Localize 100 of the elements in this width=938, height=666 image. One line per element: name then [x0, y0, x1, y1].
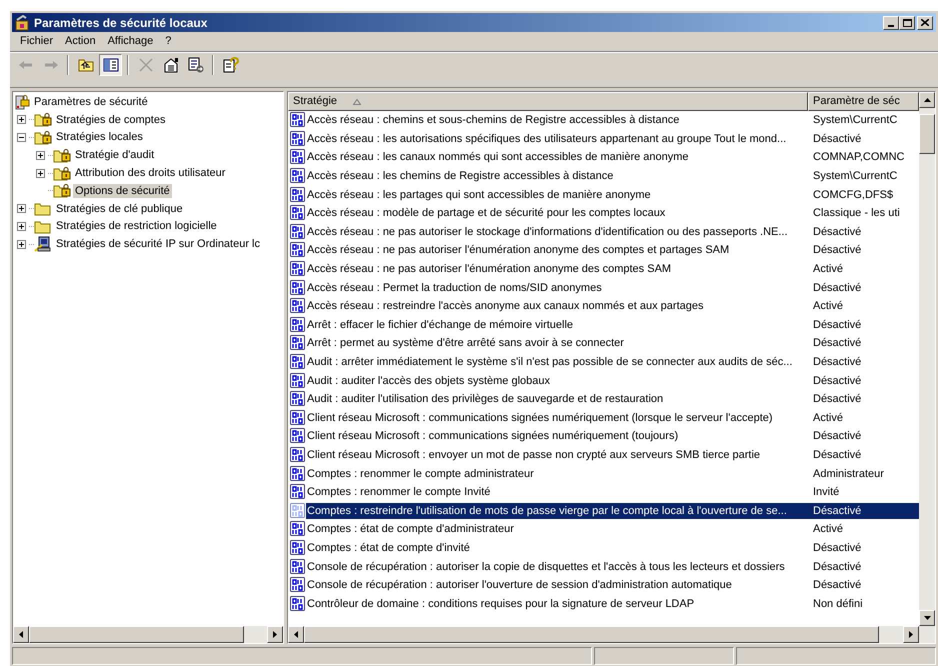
- toolbox-icon: [14, 14, 30, 30]
- policy-icon: [290, 186, 306, 203]
- setting-value: Désactivé: [812, 224, 862, 240]
- back-arrow-icon: [18, 60, 32, 70]
- scrollbar-thumb[interactable]: [919, 114, 935, 154]
- tree-item[interactable]: Stratégies de clé publique: [54, 202, 185, 216]
- folder-icon: [34, 218, 52, 234]
- menu-item[interactable]: ?: [159, 32, 178, 50]
- setting-value: Désactivé: [812, 374, 862, 389]
- close-button[interactable]: [917, 16, 933, 30]
- setting-value: System\CurrentC: [812, 169, 898, 184]
- policy-icon: [290, 521, 306, 538]
- tree-item[interactable]: Stratégies de sécurité IP sur Ordinateur lc: [54, 237, 262, 252]
- policy-name[interactable]: Accès réseau : les partages qui sont accessibles de manière anonyme: [306, 186, 808, 203]
- policy-icon: [290, 316, 306, 333]
- window-title: Paramètres de sécurité locaux: [34, 14, 208, 32]
- policy-icon: [290, 428, 306, 444]
- locked-folder-icon: [53, 166, 71, 181]
- policy-name[interactable]: Console de récupération : autoriser l'ouverture de session d'administration automatique: [306, 577, 808, 594]
- policy-name[interactable]: Accès réseau : Permet la traduction de noms/SID anonymes: [306, 280, 808, 296]
- policy-icon: [290, 112, 306, 128]
- tree-item[interactable]: Stratégies de restriction logicielle: [54, 219, 219, 234]
- setting-value: Activé: [812, 410, 844, 426]
- minimize-button[interactable]: [883, 16, 899, 30]
- column-header[interactable]: Paramètre de séc: [808, 92, 919, 111]
- sort-ascending-icon: [353, 98, 362, 104]
- expand-icon[interactable]: [17, 240, 26, 249]
- setting-value: Classique - les uti: [812, 206, 901, 222]
- policy-name[interactable]: Arrêt : effacer le fichier d'échange de mémoire virtuelle: [306, 316, 808, 333]
- tree-item[interactable]: Stratégies de comptes: [54, 112, 168, 127]
- tree-item[interactable]: Stratégies locales: [54, 130, 145, 144]
- policy-name[interactable]: Client réseau Microsoft : envoyer un mot de passe non crypté aux serveurs SMB tierce partie: [306, 446, 808, 463]
- policy-name[interactable]: Arrêt : permet au système d'être arrêté sans avoir à se connecter: [306, 335, 808, 352]
- expand-icon[interactable]: [17, 204, 26, 214]
- policy-icon: [290, 224, 306, 240]
- setting-value: Non défini: [812, 596, 864, 612]
- policy-icon: [290, 446, 306, 463]
- folder-up-icon: [78, 58, 94, 72]
- expand-icon[interactable]: [17, 222, 26, 231]
- policy-name[interactable]: Comptes : renommer le compte administrateur: [306, 466, 808, 482]
- horizontal-scrollbar[interactable]: [13, 626, 283, 643]
- policy-name[interactable]: Comptes : restreindre l'utilisation de mots de passe vierge par le compte local à l'ouverture de se...: [306, 502, 808, 519]
- menu-item[interactable]: Fichier: [14, 32, 60, 50]
- policy-name[interactable]: Client réseau Microsoft : communications signées numériquement (toujours): [306, 428, 808, 444]
- down-arrow-icon: [924, 616, 930, 620]
- expand-icon[interactable]: [36, 150, 45, 160]
- tree-button[interactable]: [99, 54, 122, 76]
- policy-icon: [290, 372, 306, 389]
- policy-name[interactable]: Accès réseau : ne pas autoriser l'énumération anonyme des comptes et partages SAM: [306, 242, 808, 258]
- policy-name[interactable]: Accès réseau : chemins et sous-chemins de Registre accessibles à distance: [306, 112, 808, 128]
- policy-name[interactable]: Accès réseau : ne pas autoriser le stockage d'informations d'identification ou des passeports .NE...: [306, 224, 808, 240]
- maximize-button[interactable]: [899, 16, 915, 30]
- policy-icon: [290, 261, 306, 278]
- policy-name[interactable]: Contrôleur de domaine : conditions requises pour la signature de serveur LDAP: [306, 596, 808, 612]
- folder-icon: [34, 201, 52, 216]
- policy-icon: [290, 466, 306, 482]
- locked-folder-icon: [34, 130, 52, 145]
- policy-name[interactable]: Comptes : état de compte d'invité: [306, 540, 808, 556]
- policy-name[interactable]: Accès réseau : restreindre l'accès anonyme aux canaux nommés et aux partages: [306, 298, 808, 314]
- expand-icon[interactable]: [17, 115, 26, 124]
- menu-item[interactable]: Affichage: [102, 32, 160, 50]
- setting-value: Désactivé: [812, 132, 862, 147]
- left-arrow-icon: [19, 631, 23, 638]
- policy-icon: [290, 168, 306, 184]
- policy-name[interactable]: Console de récupération : autoriser la copie de disquettes et l'accès à tous les lecteurs et dossiers: [306, 558, 808, 575]
- setting-value: System\CurrentC: [812, 113, 898, 128]
- tree-item[interactable]: Options de sécurité: [73, 184, 172, 198]
- policy-name[interactable]: Comptes : renommer le compte Invité: [306, 484, 808, 500]
- policy-name[interactable]: Comptes : état de compte d'administrateur: [306, 521, 808, 538]
- collapse-icon[interactable]: [17, 132, 26, 142]
- policy-icon: [290, 298, 306, 314]
- policy-name[interactable]: Accès réseau : les canaux nommés qui sont accessibles de manière anonyme: [306, 149, 808, 166]
- minimize-icon: [888, 24, 894, 26]
- setting-value: Activé: [812, 299, 844, 314]
- policy-name[interactable]: Accès réseau : les autorisations spécifiques des utilisateurs appartenant au groupe Tout le mond...: [306, 130, 808, 147]
- properties-icon: [162, 56, 178, 72]
- scrollbar-thumb[interactable]: [29, 626, 244, 643]
- left-arrow-icon: [294, 631, 298, 638]
- policy-name[interactable]: Audit : arrêter immédiatement le système s'il n'est pas possible de se connecter aux audits de séc...: [306, 354, 808, 370]
- delete-icon: [138, 58, 152, 72]
- column-header[interactable]: Stratégie: [288, 92, 808, 111]
- up-arrow-icon: [924, 98, 930, 102]
- policy-name[interactable]: Audit : auditer l'accès des objets système globaux: [306, 372, 808, 389]
- expand-icon[interactable]: [36, 168, 45, 178]
- vertical-scrollbar[interactable]: [919, 92, 935, 626]
- menu-item[interactable]: Action: [59, 32, 102, 50]
- policy-name[interactable]: Client réseau Microsoft : communications signées numériquement (lorsque le serveur l'accepte): [306, 410, 808, 426]
- locked-folder-icon: [34, 112, 52, 128]
- tree-item[interactable]: Attribution des droits utilisateur: [73, 166, 228, 180]
- policy-icon: [290, 577, 306, 594]
- policy-icon: [290, 596, 306, 612]
- policy-name[interactable]: Accès réseau : ne pas autoriser l'énumération anonyme des comptes SAM: [306, 261, 808, 278]
- policy-name[interactable]: Accès réseau : modèle de partage et de sécurité pour les comptes locaux: [306, 205, 808, 222]
- setting-value: Désactivé: [812, 578, 862, 594]
- tree-item[interactable]: Paramètres de sécurité: [32, 94, 150, 109]
- setting-value: Désactivé: [812, 318, 862, 333]
- policy-name[interactable]: Accès réseau : les chemins de Registre accessibles à distance: [306, 168, 808, 184]
- policy-name[interactable]: Audit : auditer l'utilisation des privilèges de sauvegarde et de restauration: [306, 391, 808, 408]
- tree-item[interactable]: Stratégie d'audit: [73, 148, 156, 162]
- tree-pane-icon: [102, 58, 118, 72]
